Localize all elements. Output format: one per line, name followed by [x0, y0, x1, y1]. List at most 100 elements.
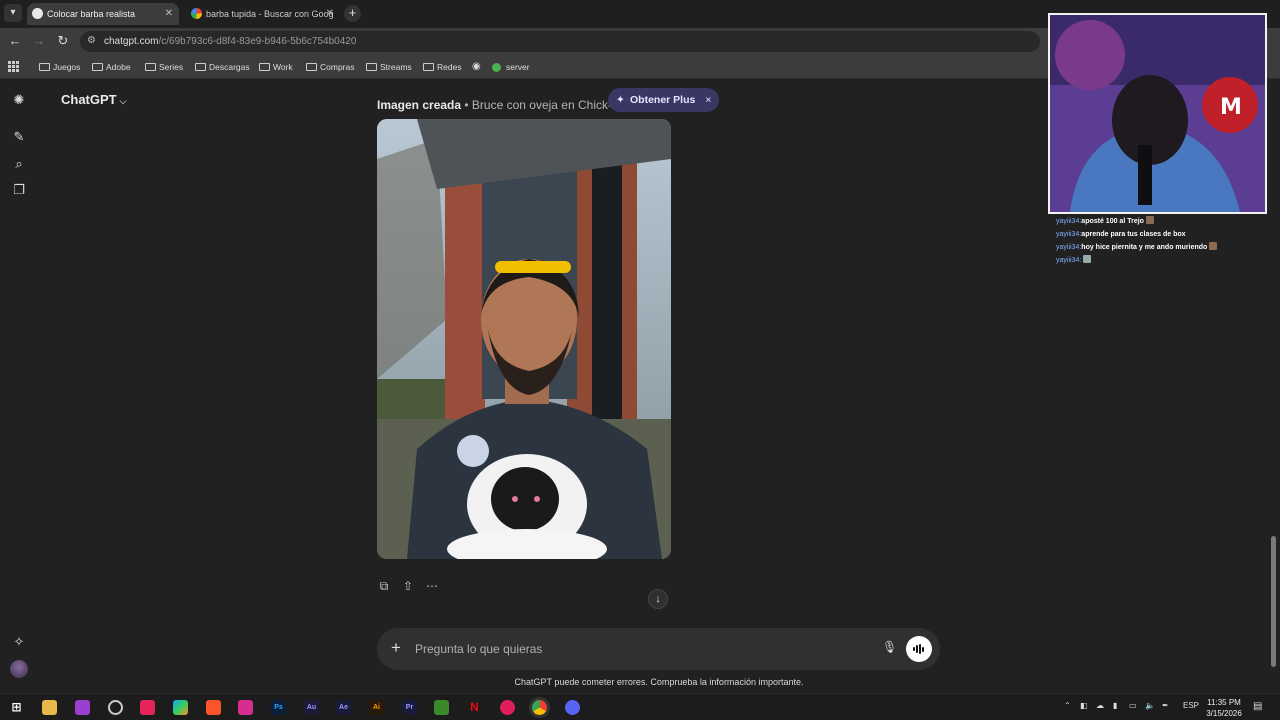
- bookmark-series[interactable]: Series: [145, 60, 183, 74]
- close-tab-icon[interactable]: ✕: [165, 3, 173, 25]
- avatar[interactable]: [10, 660, 28, 678]
- chat-message: yayiii34:hoy hice piernita y me ando mur…: [1056, 241, 1276, 254]
- webcam-drawing: M: [1050, 15, 1265, 212]
- app-icon[interactable]: [108, 700, 123, 715]
- chat-message: yayiii34:: [1056, 254, 1276, 267]
- after-effects-icon[interactable]: Ae: [336, 700, 351, 715]
- generated-image[interactable]: [377, 119, 671, 559]
- folder-icon: [366, 63, 377, 71]
- illustrator-icon[interactable]: Ai: [369, 700, 384, 715]
- more-options-icon[interactable]: ⋯: [424, 578, 440, 594]
- site-info-icon[interactable]: ⚙: [87, 35, 96, 46]
- get-plus-button[interactable]: ✦ Obtener Plus ×: [608, 88, 720, 112]
- apps-grid-icon[interactable]: [8, 61, 19, 72]
- instagram-icon[interactable]: [238, 700, 253, 715]
- github-icon: ◉: [472, 61, 481, 72]
- get-plus-label: Obtener Plus: [630, 94, 696, 106]
- bookmark-work[interactable]: Work: [259, 60, 293, 74]
- microphone-icon[interactable]: 🎙: [882, 640, 897, 658]
- chat-message: yayiii34:aposté 100 al Trejo: [1056, 215, 1276, 228]
- folder-icon: [306, 63, 317, 71]
- tab-title: barba tupida - Buscar con Goog: [206, 9, 334, 19]
- folder-icon: [39, 63, 50, 71]
- close-icon[interactable]: ×: [705, 88, 711, 112]
- address-bar[interactable]: ⚙ chatgpt.com/c/69b793c6-d8f4-83e9-b946-…: [80, 31, 1040, 52]
- sparkle-icon[interactable]: ✧: [11, 634, 27, 650]
- chatgpt-favicon-icon: [32, 8, 43, 19]
- bookmark-juegos[interactable]: Juegos: [39, 60, 80, 74]
- minecraft-icon[interactable]: [434, 700, 449, 715]
- chevron-down-icon: ⌵: [119, 96, 127, 106]
- pen-icon[interactable]: ✒: [1162, 701, 1169, 710]
- library-icon[interactable]: ❐: [11, 182, 27, 198]
- new-chat-icon[interactable]: ✎: [11, 129, 27, 145]
- chevron-up-icon[interactable]: ⌃: [1064, 701, 1071, 710]
- volume-icon[interactable]: 🔈: [1145, 701, 1155, 710]
- taskbar: ⊞ Ps Au Ae Ai Pr N ⌃ ◧ ☁ ▮ ▭ 🔈 ✒ ESP 11:…: [0, 693, 1280, 720]
- copy-icon[interactable]: ⧉: [376, 578, 392, 594]
- forward-arrow-icon[interactable]: →: [32, 34, 46, 48]
- tab-colocar-barba[interactable]: Colocar barba realista ✕: [27, 3, 179, 25]
- prompt-input[interactable]: [415, 639, 855, 659]
- audition-icon[interactable]: Au: [304, 700, 319, 715]
- close-tab-icon[interactable]: ✕: [326, 3, 334, 25]
- bookmark-github[interactable]: ◉: [472, 60, 486, 74]
- composer: + 🎙: [377, 628, 940, 670]
- emote-icon: [1083, 255, 1092, 263]
- bookmark-adobe[interactable]: Adobe: [92, 60, 131, 74]
- bookmark-server[interactable]: server: [492, 60, 530, 74]
- battery-icon[interactable]: ▮: [1113, 701, 1117, 710]
- media-player-icon[interactable]: [500, 700, 515, 715]
- voice-mode-button[interactable]: [906, 636, 932, 662]
- brave-icon[interactable]: [206, 700, 221, 715]
- premiere-icon[interactable]: Pr: [402, 700, 417, 715]
- notifications-icon[interactable]: ▤: [1253, 701, 1262, 712]
- generated-image-drawing: [377, 119, 671, 559]
- stream-chat: yayiii34:aposté 100 al Trejo yayiii34:ap…: [1056, 215, 1276, 267]
- photoshop-icon[interactable]: Ps: [271, 700, 286, 715]
- folder-icon: [423, 63, 434, 71]
- clock[interactable]: 11:35 PM 3/15/2026: [1200, 697, 1248, 719]
- folder-icon: [259, 63, 270, 71]
- bookmark-streams[interactable]: Streams: [366, 60, 412, 74]
- new-tab-button[interactable]: +: [344, 5, 361, 22]
- tab-search-menu[interactable]: ▾: [4, 4, 22, 22]
- folder-icon: [195, 63, 206, 71]
- folder-icon: [92, 63, 103, 71]
- add-attachment-icon[interactable]: +: [391, 638, 401, 658]
- copilot-icon[interactable]: [173, 700, 188, 715]
- emote-icon: [1209, 242, 1218, 250]
- bookmark-descargas[interactable]: Descargas: [195, 60, 250, 74]
- netflix-icon[interactable]: N: [467, 700, 482, 715]
- network-icon[interactable]: ▭: [1129, 701, 1137, 710]
- url-text: chatgpt.com/c/69b793c6-d8f4-83e9-b946-5b…: [104, 36, 357, 47]
- page-scrollbar[interactable]: [1271, 536, 1276, 667]
- tiktok-icon[interactable]: [140, 700, 155, 715]
- back-arrow-icon[interactable]: ←: [8, 34, 22, 48]
- windows-start-icon[interactable]: ⊞: [9, 700, 24, 715]
- webcam-overlay: M: [1048, 13, 1267, 214]
- search-icon[interactable]: ⌕: [11, 156, 27, 172]
- app-icon[interactable]: [75, 700, 90, 715]
- chatgpt-sidebar-rail: ✺ ✎ ⌕ ❐ ✧: [0, 80, 38, 693]
- folder-icon: [145, 63, 156, 71]
- file-explorer-icon[interactable]: [42, 700, 57, 715]
- tab-barba-tupida[interactable]: barba tupida - Buscar con Goog ✕: [186, 3, 340, 25]
- svg-text:M: M: [1220, 95, 1242, 120]
- image-title: Imagen creada • Bruce con oveja en Chick…: [377, 98, 613, 112]
- google-favicon-icon: [191, 8, 202, 19]
- tray-app-icon[interactable]: ◧: [1080, 701, 1088, 710]
- model-selector[interactable]: ChatGPT ⌵: [61, 92, 126, 107]
- sparkle-icon: ✦: [616, 94, 625, 106]
- bookmark-redes[interactable]: Redes: [423, 60, 462, 74]
- share-icon[interactable]: ⇧: [400, 578, 416, 594]
- chrome-icon[interactable]: [532, 700, 547, 715]
- language-indicator[interactable]: ESP: [1183, 701, 1199, 710]
- cloud-icon[interactable]: ☁: [1096, 701, 1104, 710]
- discord-icon[interactable]: [565, 700, 580, 715]
- openai-logo-icon[interactable]: ✺: [11, 92, 27, 108]
- scroll-down-button[interactable]: ↓: [648, 589, 668, 609]
- bookmark-compras[interactable]: Compras: [306, 60, 354, 74]
- reload-icon[interactable]: ↻: [56, 34, 70, 48]
- voice-wave-icon: [913, 644, 925, 654]
